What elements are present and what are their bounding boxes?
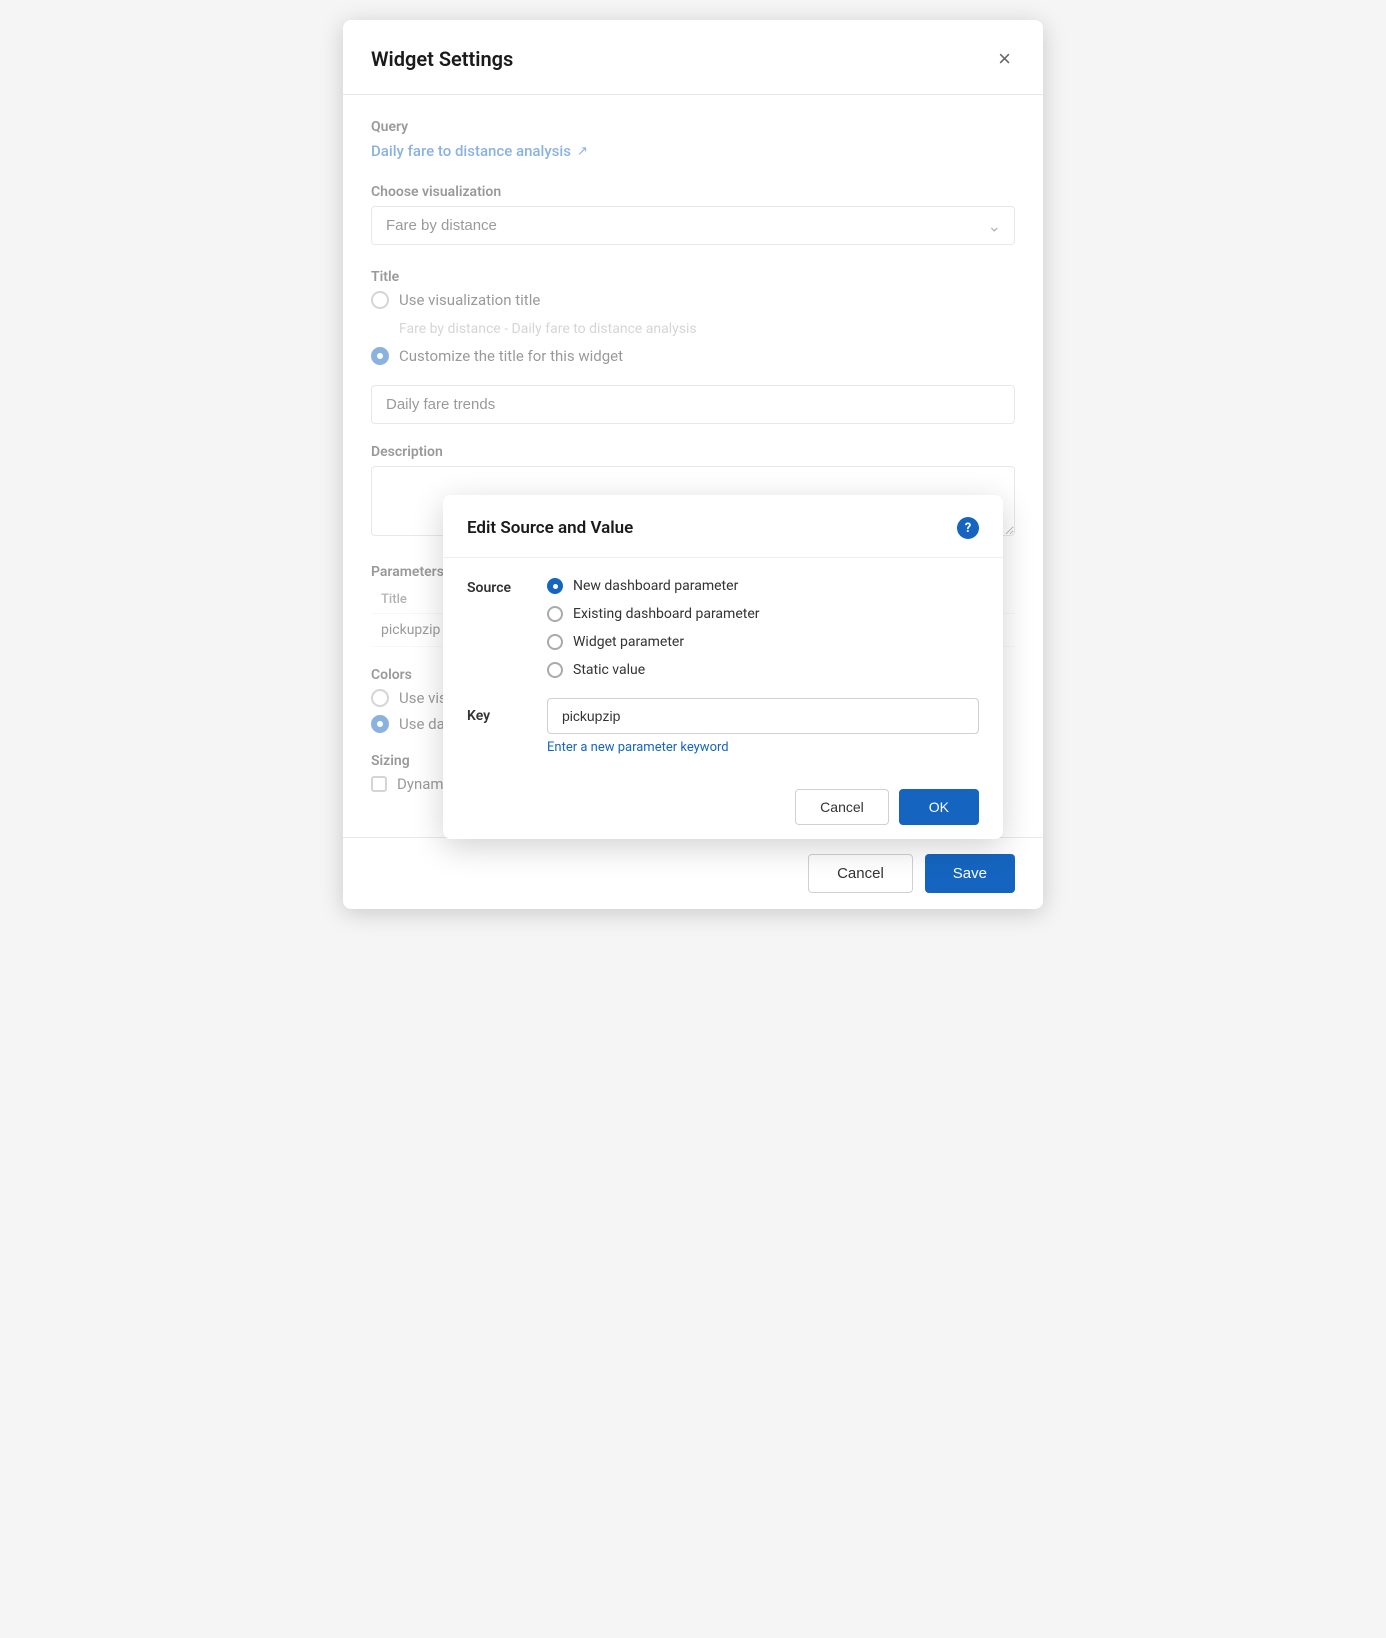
close-icon[interactable]: × bbox=[994, 44, 1015, 74]
key-row: Key Enter a new parameter keyword bbox=[467, 698, 979, 755]
widget-settings-modal: Widget Settings × Query Daily fare to di… bbox=[343, 20, 1043, 909]
help-icon[interactable]: ? bbox=[957, 517, 979, 539]
sub-modal-footer: Cancel OK bbox=[443, 775, 1003, 839]
new-dashboard-param-radio[interactable] bbox=[547, 578, 563, 594]
new-dashboard-param-label: New dashboard parameter bbox=[573, 578, 738, 594]
widget-param-label: Widget parameter bbox=[573, 634, 684, 650]
existing-dashboard-param-radio[interactable] bbox=[547, 606, 563, 622]
modal-header: Widget Settings × bbox=[343, 20, 1043, 95]
key-input[interactable] bbox=[547, 698, 979, 734]
source-options: New dashboard parameter Existing dashboa… bbox=[547, 578, 759, 678]
key-input-wrapper: Enter a new parameter keyword bbox=[547, 698, 979, 755]
modal-body: Query Daily fare to distance analysis ↗ … bbox=[343, 95, 1043, 837]
static-value-label: Static value bbox=[573, 662, 645, 678]
edit-source-modal: Edit Source and Value ? Source New dashb… bbox=[443, 495, 1003, 839]
sub-modal-header: Edit Source and Value ? bbox=[443, 495, 1003, 558]
sub-cancel-button[interactable]: Cancel bbox=[795, 789, 889, 825]
modal-footer: Cancel Save bbox=[343, 837, 1043, 909]
source-row: Source New dashboard parameter Existing … bbox=[467, 578, 979, 678]
source-label: Source bbox=[467, 578, 527, 596]
key-hint: Enter a new parameter keyword bbox=[547, 740, 979, 755]
widget-param-option[interactable]: Widget parameter bbox=[547, 634, 759, 650]
sub-modal-title: Edit Source and Value bbox=[467, 518, 633, 538]
cancel-button[interactable]: Cancel bbox=[808, 854, 913, 893]
key-label: Key bbox=[467, 698, 527, 724]
static-value-option[interactable]: Static value bbox=[547, 662, 759, 678]
existing-dashboard-param-option[interactable]: Existing dashboard parameter bbox=[547, 606, 759, 622]
new-dashboard-param-option[interactable]: New dashboard parameter bbox=[547, 578, 759, 594]
widget-param-radio[interactable] bbox=[547, 634, 563, 650]
static-value-radio[interactable] bbox=[547, 662, 563, 678]
existing-dashboard-param-label: Existing dashboard parameter bbox=[573, 606, 759, 622]
modal-title: Widget Settings bbox=[371, 47, 513, 71]
sub-modal-body: Source New dashboard parameter Existing … bbox=[443, 558, 1003, 775]
sub-ok-button[interactable]: OK bbox=[899, 789, 979, 825]
save-button[interactable]: Save bbox=[925, 854, 1015, 893]
